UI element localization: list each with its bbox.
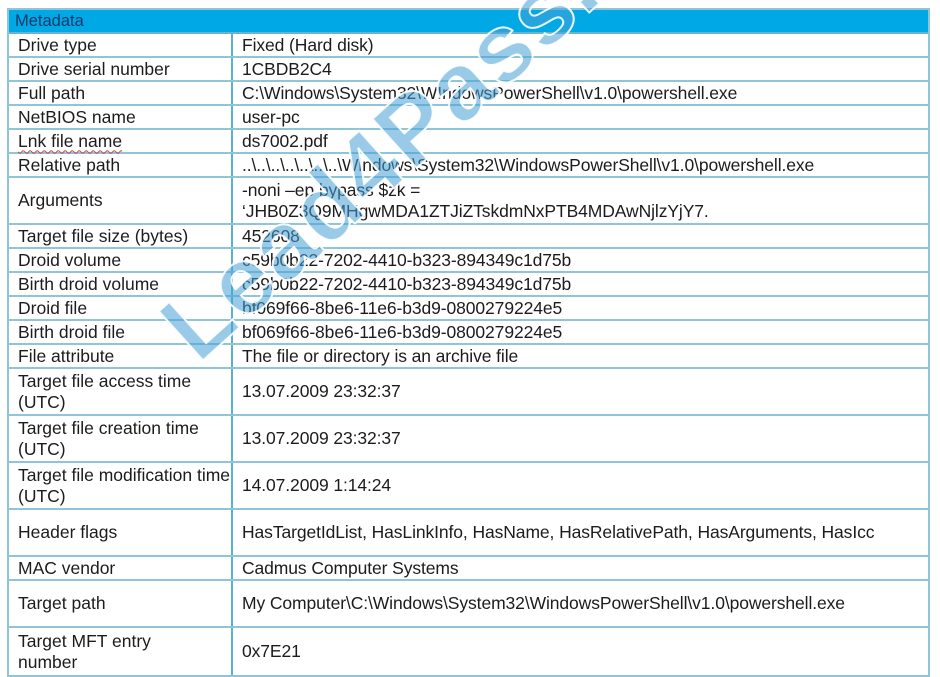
row-label: Target file access time (UTC) (9, 369, 233, 414)
table-row: Target file creation time (UTC) 13.07.20… (9, 416, 928, 463)
row-value: HasTargetIdList, HasLinkInfo, HasName, H… (242, 522, 875, 542)
table-row: File attribute The file or directory is … (9, 345, 928, 369)
row-label: Arguments (9, 178, 233, 223)
row-value: Cadmus Computer Systems (242, 557, 459, 578)
row-label: Lnk file name (9, 130, 233, 152)
table-row: Target path My Computer\C:\Windows\Syste… (9, 581, 928, 628)
row-label: Droid file (9, 297, 233, 319)
table-row: Target file modification time (UTC) 14.0… (9, 463, 928, 510)
table-row: Target MFT entry number 0x7E21 (9, 628, 928, 675)
row-label: Full path (9, 82, 233, 104)
row-label: Drive serial number (9, 58, 233, 80)
row-label: Header flags (9, 510, 233, 555)
table-row: Header flags HasTargetIdList, HasLinkInf… (9, 510, 928, 557)
row-label: Target file modification time (UTC) (9, 463, 233, 508)
table-row: NetBIOS name user-pc (9, 106, 928, 130)
row-value: 0x7E21 (242, 641, 301, 661)
table-row: Full path C:\Windows\System32\WIndowsPow… (9, 82, 928, 106)
row-label: Target MFT entry number (9, 628, 233, 675)
table-row: Target file size (bytes) 452608 (9, 225, 928, 249)
row-label: MAC vendor (9, 557, 233, 579)
table-row: Droid file bf069f66-8be6-11e6-b3d9-08002… (9, 297, 928, 321)
table-row: Drive type Fixed (Hard disk) (9, 34, 928, 58)
row-label-text: Lnk file name (18, 130, 123, 151)
row-value: ..\..\..\..\..\..\..\Windows\System32\Wi… (242, 154, 815, 175)
table-row: Lnk file name ds7002.pdf (9, 130, 928, 154)
row-value: 452608 (242, 225, 300, 246)
row-label: Target file size (bytes) (9, 225, 233, 247)
table-row: Drive serial number 1CBDB2C4 (9, 58, 928, 82)
row-value: 13.07.2009 23:32:37 (242, 428, 401, 448)
table-row: MAC vendor Cadmus Computer Systems (9, 557, 928, 581)
row-label: NetBIOS name (9, 106, 233, 128)
row-label: Target path (9, 581, 233, 626)
row-value: bf069f66-8be6-11e6-b3d9-0800279224e5 (242, 321, 563, 342)
row-label: Birth droid file (9, 321, 233, 343)
table-row: Relative path ..\..\..\..\..\..\..\Windo… (9, 154, 928, 178)
metadata-table: Metadata Drive type Fixed (Hard disk) Dr… (7, 8, 930, 677)
table-header: Metadata (9, 10, 928, 34)
row-value: The file or directory is an archive file (242, 345, 519, 366)
row-value: c59b0b22-7202-4410-b323-894349c1d75b (242, 249, 572, 270)
table-row: Target file access time (UTC) 13.07.2009… (9, 369, 928, 416)
row-label: Target file creation time (UTC) (9, 416, 233, 461)
row-value: 14.07.2009 1:14:24 (242, 475, 392, 495)
row-value: c59b0b22-7202-4410-b323-894349c1d75b (242, 273, 572, 294)
row-value: -noni –ep bypass $zk = ‘JHB0Z3Q9MHgwMDA1… (242, 179, 709, 221)
row-value: bf069f66-8be6-11e6-b3d9-0800279224e5 (242, 297, 563, 318)
table-row: Birth droid volume c59b0b22-7202-4410-b3… (9, 273, 928, 297)
row-value: 13.07.2009 23:32:37 (242, 381, 401, 401)
row-label: Birth droid volume (9, 273, 233, 295)
row-label: Droid volume (9, 249, 233, 271)
row-value: ds7002.pdf (242, 130, 328, 151)
table-row: Birth droid file bf069f66-8be6-11e6-b3d9… (9, 321, 928, 345)
row-label: File attribute (9, 345, 233, 367)
row-value: My Computer\C:\Windows\System32\WindowsP… (242, 593, 845, 613)
row-value: Fixed (Hard disk) (242, 34, 374, 55)
row-value: 1CBDB2C4 (242, 58, 332, 79)
row-label: Drive type (9, 34, 233, 56)
row-value: C:\Windows\System32\WIndowsPowerShell\v1… (242, 82, 738, 103)
table-row: Arguments -noni –ep bypass $zk = ‘JHB0Z3… (9, 178, 928, 225)
row-label: Relative path (9, 154, 233, 176)
table-row: Droid volume c59b0b22-7202-4410-b323-894… (9, 249, 928, 273)
row-value: user-pc (242, 106, 300, 127)
